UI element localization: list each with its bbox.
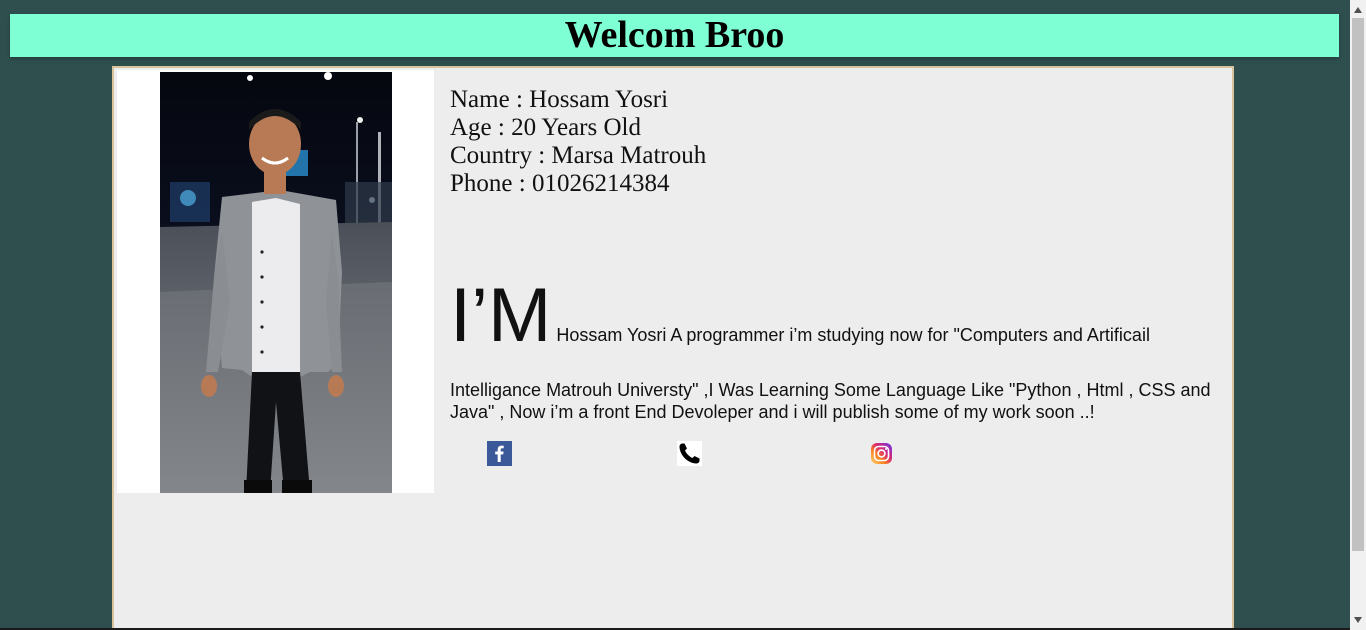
photo-frame — [117, 70, 434, 493]
name-line: Name : Hossam Yosri — [450, 86, 669, 113]
page-title: Welcom Broo — [564, 14, 785, 56]
header-banner: Welcom Broo — [10, 14, 1339, 57]
vertical-scrollbar[interactable] — [1350, 0, 1366, 630]
phone-line: Phone : 01026214384 — [450, 170, 670, 197]
facebook-icon[interactable] — [487, 441, 512, 466]
about-first-line: I’M Hossam Yosri A programmer i’m studyi… — [450, 278, 1220, 373]
page: Welcom Broo Name: Hossam Yosri Age: 20… — [0, 0, 1350, 630]
profile-info: Name : Hossam Yosri Age : 20 Years Old C… — [450, 86, 706, 198]
profile-card: Name : Hossam Yosri Age : 20 Years Old C… — [112, 66, 1234, 630]
scroll-thumb[interactable] — [1352, 18, 1364, 551]
profile-photo — [160, 72, 392, 493]
age-line: Age : 20 Years Old — [450, 114, 641, 141]
scroll-up-arrow-icon[interactable] — [1350, 2, 1366, 18]
phone-icon[interactable] — [677, 441, 702, 466]
scroll-down-arrow-icon[interactable] — [1350, 612, 1366, 628]
country-line: Country : Marsa Matrouh — [450, 142, 707, 169]
about-lead: I’M — [450, 273, 552, 358]
about-section: I’M Hossam Yosri A programmer i’m studyi… — [450, 278, 1220, 423]
about-line1: Hossam Yosri A programmer i’m studying n… — [551, 325, 1150, 345]
instagram-icon[interactable] — [869, 441, 894, 466]
about-text: Intelligance Matrouh Universty" ,I Was L… — [450, 380, 1211, 422]
